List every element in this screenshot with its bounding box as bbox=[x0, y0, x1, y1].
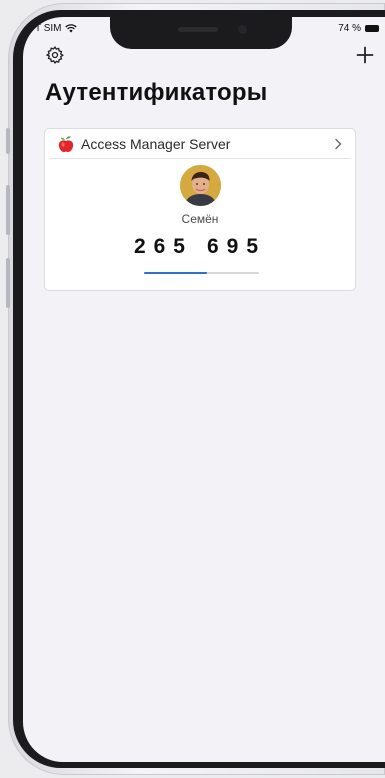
card-header[interactable]: Access Manager Server bbox=[49, 129, 351, 159]
status-bar-right: 74 % bbox=[338, 23, 379, 34]
front-camera bbox=[238, 25, 247, 34]
otp-code-part2: 695 bbox=[207, 235, 267, 258]
page-title: Аутентификаторы bbox=[45, 79, 268, 106]
speaker bbox=[178, 27, 218, 32]
carrier-label: T SIM bbox=[35, 23, 62, 34]
gear-icon bbox=[45, 45, 64, 65]
apple-app-icon bbox=[58, 135, 74, 152]
user-photo-icon bbox=[180, 165, 221, 206]
app-screen: T SIM 74 % Аутентификаторы Access Manage… bbox=[23, 17, 385, 762]
chevron-right-icon[interactable] bbox=[333, 138, 343, 150]
add-authenticator-button[interactable] bbox=[353, 43, 377, 67]
volume-down-button bbox=[6, 258, 10, 308]
server-name: Access Manager Server bbox=[81, 135, 231, 152]
otp-code-part1: 265 bbox=[133, 235, 193, 258]
user-name: Семён bbox=[181, 212, 219, 226]
otp-timer-track bbox=[144, 272, 259, 274]
otp-code-separator bbox=[193, 235, 207, 259]
status-bar-left: T SIM bbox=[35, 23, 78, 34]
battery-icon bbox=[365, 25, 379, 32]
volume-up-button bbox=[6, 185, 10, 235]
avatar bbox=[180, 165, 221, 206]
otp-code[interactable]: 265 695 bbox=[45, 235, 355, 259]
otp-timer-fill bbox=[144, 272, 208, 274]
settings-button[interactable] bbox=[43, 43, 67, 67]
wifi-icon bbox=[65, 24, 78, 33]
authenticator-card[interactable]: Access Manager Server Семён 265 695 bbox=[44, 128, 356, 291]
silent-switch bbox=[6, 128, 10, 154]
plus-icon bbox=[356, 46, 374, 64]
notch bbox=[110, 17, 292, 49]
battery-percent: 74 % bbox=[338, 23, 361, 34]
